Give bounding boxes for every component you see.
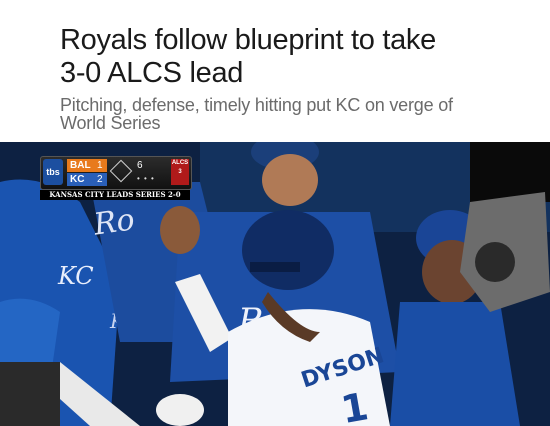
batting-helmet: [242, 210, 334, 290]
network-logo: tbs: [43, 159, 63, 185]
series-badge: ALCS 3: [171, 159, 189, 185]
article-subhead: Pitching, defense, timely hitting put KC…: [60, 96, 530, 132]
bases-diamond-icon: [109, 159, 133, 183]
jersey-script-left: Ro: [91, 202, 137, 242]
headline-line-1: Royals follow blueprint to take: [60, 24, 436, 56]
face-center: [262, 154, 318, 206]
subhead-line-2: World Series: [60, 113, 161, 133]
equipment-bottom-left: [0, 362, 60, 426]
scorebug-inning: 6: [137, 160, 143, 171]
scorebug-caption: KANSAS CITY LEADS SERIES 2-0: [40, 190, 190, 200]
scorebug-score-away: 1: [97, 160, 103, 171]
outs-dots-icon: • • •: [137, 174, 155, 183]
kc-logo-left: KC: [57, 262, 94, 290]
subhead-line-1: Pitching, defense, timely hitting put KC…: [60, 95, 453, 115]
article-photo: KC KC Ro Roy DYSON 1 tbs: [0, 142, 550, 426]
series-game: 3: [178, 169, 182, 175]
article-headline: Royals follow blueprint to take 3-0 ALCS…: [60, 24, 530, 90]
headline-line-2: 3-0 ALCS lead: [60, 57, 244, 89]
series-label: ALCS: [171, 160, 189, 166]
hand-raised: [160, 206, 200, 254]
tv-scorebug: tbs BAL 1 KC 2 6 • • • ALCS 3: [40, 156, 192, 190]
scorebug-score-home: 2: [97, 174, 103, 185]
